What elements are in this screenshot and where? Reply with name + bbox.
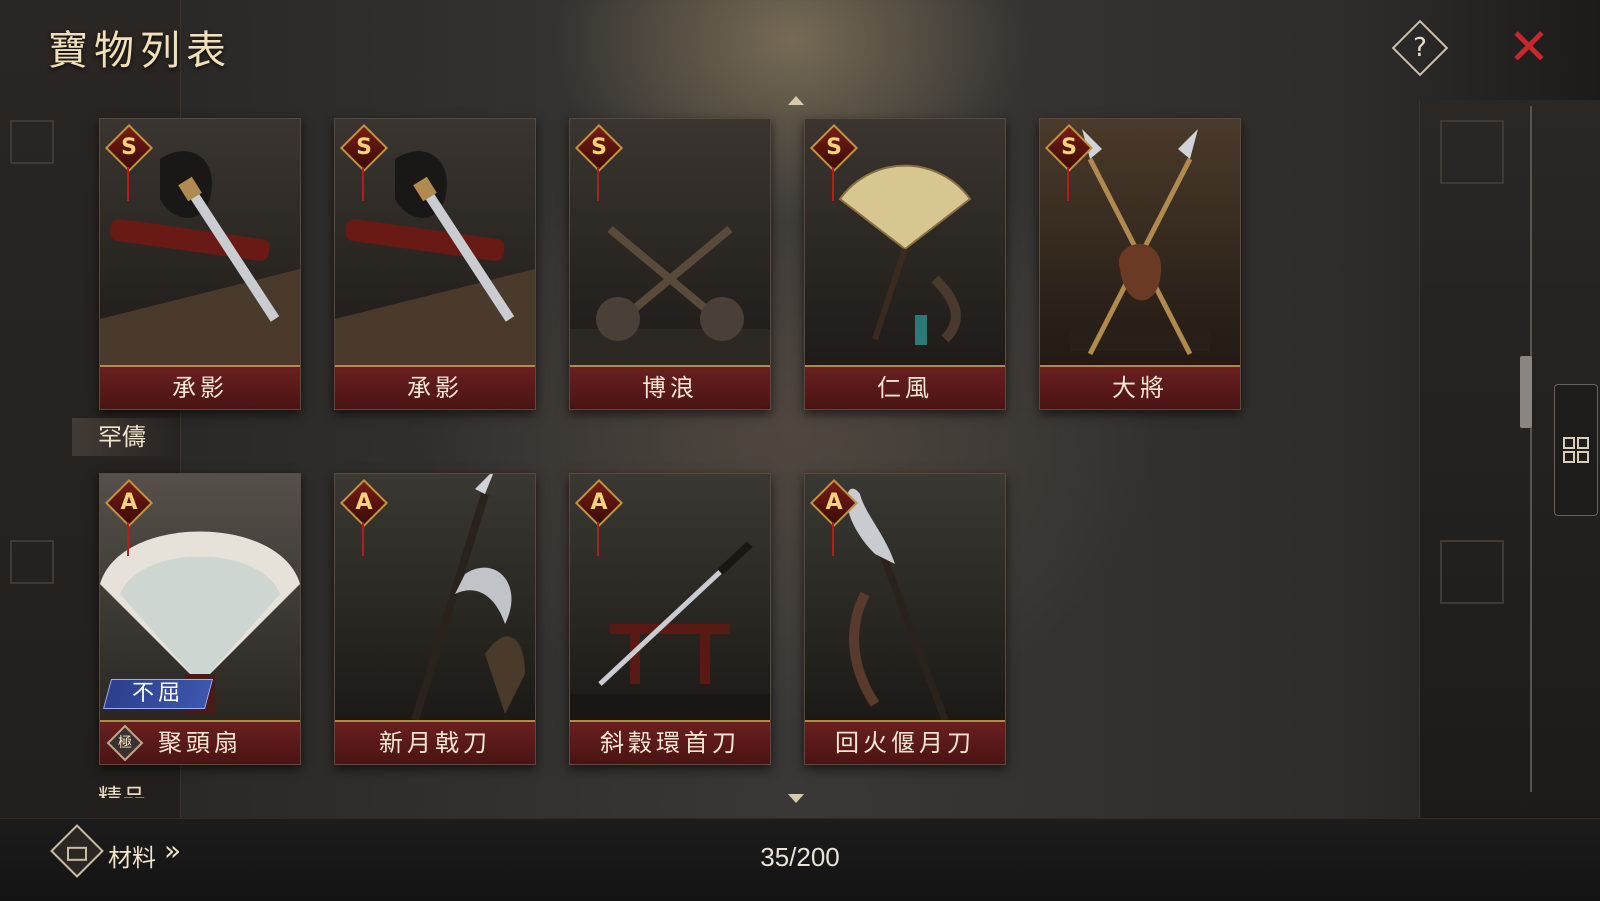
lattice-ornament — [10, 120, 54, 164]
treasure-card[interactable]: S 承影 — [99, 118, 301, 410]
treasure-name: 承影 — [407, 374, 463, 402]
tassel-decor — [362, 522, 364, 556]
treasure-name: 博浪 — [642, 374, 698, 402]
treasure-card[interactable]: A 新月戟刀 — [334, 473, 536, 765]
tassel-decor — [127, 522, 129, 556]
treasure-card[interactable]: S 仁風 — [804, 118, 1006, 410]
lattice-ornament — [10, 540, 54, 584]
help-button[interactable]: ? — [1391, 19, 1449, 77]
grid-view-toggle[interactable] — [1554, 384, 1598, 516]
tassel-decor — [832, 167, 834, 201]
treasure-card[interactable]: S 博浪 — [569, 118, 771, 410]
scroll-up-arrow-icon[interactable] — [788, 96, 804, 105]
treasure-card[interactable]: A 不屈 極 聚頭扇 — [99, 473, 301, 765]
treasure-name: 仁風 — [877, 374, 933, 402]
scrollbar-track[interactable] — [1530, 106, 1532, 792]
treasure-name: 大將 — [1112, 374, 1168, 402]
grid-icon — [1563, 451, 1575, 463]
chest-icon — [50, 824, 104, 878]
materials-label: 材料 — [108, 844, 156, 872]
tassel-decor — [1067, 167, 1069, 201]
lattice-ornament — [1440, 540, 1504, 604]
treasure-card[interactable]: S 大將 — [1039, 118, 1241, 410]
grid-icon — [1577, 437, 1589, 449]
section-label-next: 精品 — [98, 784, 146, 798]
close-button[interactable]: ✕ — [1506, 22, 1552, 72]
grid-icon — [1563, 437, 1575, 449]
treasure-name: 承影 — [172, 374, 228, 402]
lattice-ornament — [1440, 120, 1504, 184]
tassel-decor — [127, 167, 129, 201]
scrollbar-thumb[interactable] — [1520, 356, 1532, 428]
treasure-name: 聚頭扇 — [158, 729, 242, 757]
section-label-rare: 罕儔 — [72, 418, 184, 456]
double-chevron-icon: » — [164, 834, 182, 867]
trait-tag: 不屈 — [102, 679, 214, 709]
tassel-decor — [597, 522, 599, 556]
materials-button[interactable]: 材料 » — [50, 824, 202, 880]
treasure-card[interactable]: A 斜穀環首刀 — [569, 473, 771, 765]
item-count: 35/200 — [760, 842, 840, 872]
grid-icon — [1577, 451, 1589, 463]
tassel-decor — [832, 522, 834, 556]
treasure-card[interactable]: S 承影 — [334, 118, 536, 410]
treasure-name: 回火偃月刀 — [835, 729, 975, 757]
treasure-card[interactable]: A 回火偃月刀 — [804, 473, 1006, 765]
tassel-decor — [362, 167, 364, 201]
treasure-name: 斜穀環首刀 — [600, 729, 740, 757]
tassel-decor — [597, 167, 599, 201]
scroll-down-arrow-icon[interactable] — [788, 794, 804, 803]
question-icon: ? — [1413, 33, 1427, 63]
page-title: 寶物列表 — [48, 28, 232, 74]
treasure-name: 新月戟刀 — [379, 729, 491, 757]
